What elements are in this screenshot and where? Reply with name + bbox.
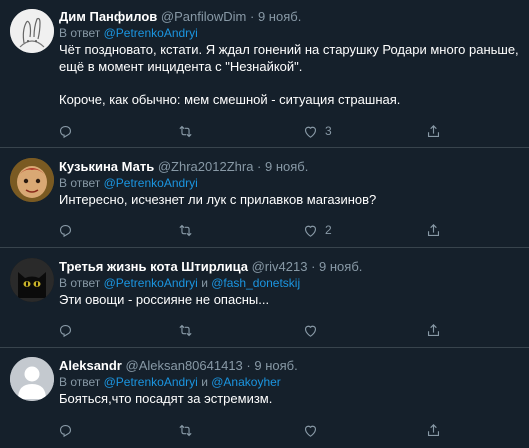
like-button[interactable]	[302, 421, 325, 439]
avatar[interactable]	[10, 158, 54, 202]
avatar-black-cat	[10, 258, 54, 302]
tweet-actions	[57, 321, 457, 339]
reply-button[interactable]	[57, 421, 80, 439]
reply-button[interactable]	[57, 221, 80, 239]
share-icon	[427, 323, 440, 336]
reply-and: и	[201, 375, 208, 389]
like-icon	[304, 325, 317, 337]
tweet-text: Интересно, исчезнет ли лук с прилавков м…	[59, 191, 521, 208]
reply-and: и	[201, 276, 208, 290]
reply-context: В ответ @PetrenkoAndryi	[59, 175, 521, 191]
reply-icon	[59, 125, 72, 138]
author-handle[interactable]: @Zhra2012Zhra	[158, 159, 254, 174]
separator-dot: ·	[311, 259, 316, 274]
like-icon	[304, 126, 317, 138]
avatar[interactable]	[10, 9, 54, 53]
mention-link[interactable]: @Anakoyher	[211, 375, 281, 389]
retweet-button[interactable]	[177, 221, 200, 239]
separator-dot: ·	[250, 9, 255, 24]
author-name[interactable]: Aleksandr	[59, 358, 122, 373]
share-icon	[427, 423, 440, 436]
avatar-doll-face	[10, 158, 54, 202]
share-button[interactable]	[425, 421, 442, 439]
retweet-icon	[179, 424, 192, 436]
retweet-button[interactable]	[177, 122, 200, 140]
reply-prefix: В ответ	[59, 375, 101, 389]
author-handle[interactable]: @PanfilowDim	[161, 9, 246, 24]
reply-prefix: В ответ	[59, 176, 101, 190]
retweet-icon	[179, 224, 192, 236]
reply-button[interactable]	[57, 321, 80, 339]
mention-link[interactable]: @PetrenkoAndryi	[104, 375, 198, 389]
like-icon	[304, 425, 317, 437]
tweet-header: Кузькина Мать @Zhra2012Zhra · 9 нояб.	[59, 158, 521, 175]
tweet-paragraph: Эти овощи - россияне не опасны...	[59, 292, 270, 307]
timestamp[interactable]: 9 нояб.	[258, 9, 301, 24]
author-name[interactable]: Дим Панфилов	[59, 9, 157, 24]
tweet-4[interactable]: Aleksandr @Aleksan80641413 · 9 нояб. В о…	[0, 348, 529, 448]
like-count: 2	[325, 223, 332, 237]
share-button[interactable]	[425, 221, 442, 239]
avatar-default-silhouette	[10, 357, 54, 401]
retweet-icon	[179, 125, 192, 137]
tweet-3[interactable]: Третья жизнь кота Штирлица @riv4213 · 9 …	[0, 248, 529, 348]
author-name[interactable]: Кузькина Мать	[59, 159, 154, 174]
reply-icon	[59, 324, 72, 337]
reply-prefix: В ответ	[59, 276, 101, 290]
reply-feed: Дим Панфилов @PanfilowDim · 9 нояб. В от…	[0, 0, 529, 448]
mention-link[interactable]: @PetrenkoAndryi	[104, 176, 198, 190]
reply-context: В ответ @PetrenkoAndryi и @Anakoyher	[59, 374, 521, 390]
timestamp[interactable]: 9 нояб.	[319, 259, 362, 274]
tweet-actions: 2	[57, 221, 457, 239]
tweet-text: Бояться,что посадят за эстремизм.	[59, 390, 521, 407]
like-button[interactable]: 2	[302, 221, 332, 239]
retweet-icon	[179, 324, 192, 336]
tweet-paragraph: Интересно, исчезнет ли лук с прилавков м…	[59, 192, 377, 207]
mention-link[interactable]: @PetrenkoAndryi	[104, 26, 198, 40]
avatar[interactable]	[10, 357, 54, 401]
share-icon	[427, 223, 440, 236]
tweet-text: Чёт поздновато, кстати. Я ждал гонений н…	[59, 41, 521, 108]
share-icon	[427, 124, 440, 137]
reply-icon	[59, 224, 72, 237]
timestamp[interactable]: 9 нояб.	[254, 358, 297, 373]
tweet-header: Дим Панфилов @PanfilowDim · 9 нояб.	[59, 8, 521, 25]
avatar-bunny-drawing	[10, 9, 54, 53]
tweet-header: Aleksandr @Aleksan80641413 · 9 нояб.	[59, 357, 521, 374]
mention-link[interactable]: @PetrenkoAndryi	[104, 276, 198, 290]
reply-context: В ответ @PetrenkoAndryi и @fash_donetski…	[59, 275, 521, 291]
share-button[interactable]	[425, 321, 442, 339]
tweet-1[interactable]: Дим Панфилов @PanfilowDim · 9 нояб. В от…	[0, 0, 529, 148]
reply-context: В ответ @PetrenkoAndryi	[59, 25, 521, 41]
retweet-button[interactable]	[177, 321, 200, 339]
avatar[interactable]	[10, 258, 54, 302]
tweet-actions: 3	[57, 122, 457, 140]
like-icon	[304, 225, 317, 237]
author-handle[interactable]: @riv4213	[252, 259, 308, 274]
reply-prefix: В ответ	[59, 26, 101, 40]
author-handle[interactable]: @Aleksan80641413	[126, 358, 243, 373]
tweet-header: Третья жизнь кота Штирлица @riv4213 · 9 …	[59, 258, 521, 275]
timestamp[interactable]: 9 нояб.	[265, 159, 308, 174]
like-count: 3	[325, 124, 332, 138]
separator-dot: ·	[257, 159, 262, 174]
like-button[interactable]	[302, 321, 325, 339]
tweet-paragraph: Бояться,что посадят за эстремизм.	[59, 391, 273, 406]
tweet-actions	[57, 421, 457, 439]
tweet-2[interactable]: Кузькина Мать @Zhra2012Zhra · 9 нояб. В …	[0, 148, 529, 248]
tweet-paragraph: Короче, как обычно: мем смешной - ситуац…	[59, 92, 401, 107]
like-button[interactable]: 3	[302, 122, 332, 140]
share-button[interactable]	[425, 122, 442, 140]
reply-icon	[59, 424, 72, 437]
tweet-paragraph: Чёт поздновато, кстати. Я ждал гонений н…	[59, 42, 519, 74]
retweet-button[interactable]	[177, 421, 200, 439]
tweet-text: Эти овощи - россияне не опасны...	[59, 291, 521, 308]
reply-button[interactable]	[57, 122, 80, 140]
author-name[interactable]: Третья жизнь кота Штирлица	[59, 259, 248, 274]
mention-link[interactable]: @fash_donetskij	[211, 276, 300, 290]
separator-dot: ·	[246, 358, 251, 373]
